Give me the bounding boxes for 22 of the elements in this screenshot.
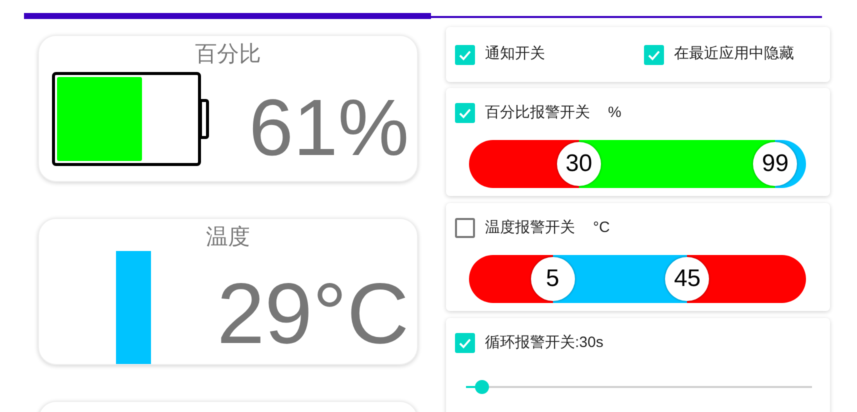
alarm-label: 循环报警开关:30s bbox=[485, 332, 604, 353]
slider-thumb[interactable] bbox=[475, 380, 490, 394]
option-label: 通知开关 bbox=[485, 44, 545, 64]
alarm-label: 温度报警开关 bbox=[485, 218, 575, 238]
reading-value: 61% bbox=[248, 88, 409, 168]
reading-value: 29°C bbox=[216, 271, 409, 357]
card-title: 百分比 bbox=[195, 41, 261, 66]
unit-label: °C bbox=[593, 218, 610, 238]
checkbox[interactable] bbox=[455, 218, 475, 238]
checkbox[interactable] bbox=[455, 44, 475, 64]
battery-icon bbox=[52, 72, 210, 166]
checkbox[interactable] bbox=[455, 333, 475, 353]
checkbox[interactable] bbox=[455, 103, 475, 123]
card-title: 温度 bbox=[206, 224, 250, 249]
alarm-label: 百分比报警开关 bbox=[485, 102, 590, 123]
checkbox[interactable] bbox=[644, 44, 664, 64]
check-icon bbox=[458, 336, 472, 350]
check-icon bbox=[458, 106, 472, 120]
range-slider[interactable]: 5 45 bbox=[469, 255, 806, 303]
unit-label: % bbox=[608, 102, 622, 123]
interval-slider[interactable] bbox=[466, 380, 812, 394]
option-label: 在最近应用中隐藏 bbox=[674, 44, 794, 64]
